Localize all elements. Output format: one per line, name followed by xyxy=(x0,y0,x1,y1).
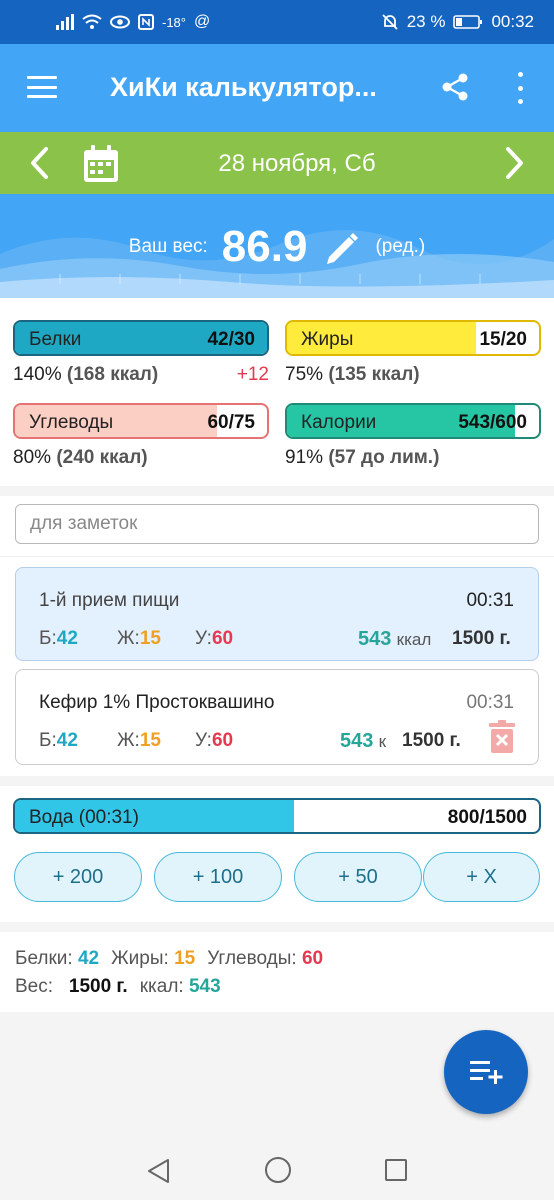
calories-label: Калории xyxy=(301,412,377,433)
food-kcal: 543 к xyxy=(340,730,387,752)
weight-row[interactable]: Ваш вес: 86.9 (ред.) xyxy=(0,222,554,272)
food-protein: Б:42 xyxy=(39,730,78,751)
macro-carbs: Углеводы 60/75 80% (240 ккал) xyxy=(13,403,269,469)
meal-item-card[interactable]: Кефир 1% Простоквашино 00:31 Б:42 Ж:15 У… xyxy=(15,669,539,765)
totals-weight-row: Вес: 1500 г. ккал: 543 xyxy=(15,976,539,998)
macros-card: Белки 42/30 140% (168 ккал) +12 Жиры 15/… xyxy=(0,298,554,486)
meal-kcal: 543 ккал xyxy=(358,628,432,650)
totals-kcal: ккал: 543 xyxy=(139,976,221,997)
fat-value: 15/20 xyxy=(479,329,527,350)
carbs-sub: 80% (240 ккал) xyxy=(13,447,269,469)
meal-protein: Б:42 xyxy=(39,628,78,649)
system-nav-bar xyxy=(0,1134,554,1200)
signal-icon xyxy=(56,14,74,30)
share-icon[interactable] xyxy=(440,72,470,102)
protein-sub: 140% (168 ккал) +12 xyxy=(13,364,269,386)
meal-macros: Б:42 Ж:15 У:60 xyxy=(39,628,273,650)
food-macros: Б:42 Ж:15 У:60 xyxy=(39,730,273,752)
meal-fat: Ж:15 xyxy=(117,628,161,649)
chevron-right-icon[interactable] xyxy=(502,146,526,180)
water-value: 800/1500 xyxy=(447,807,527,828)
more-vert-icon[interactable] xyxy=(510,72,530,104)
meal-title: 1-й прием пищи xyxy=(39,590,180,611)
meal-weight: 1500 г. xyxy=(452,628,511,649)
food-title: Кефир 1% Простоквашино xyxy=(39,692,275,713)
at-icon: @ xyxy=(194,13,211,30)
notes-area xyxy=(0,486,554,556)
nav-home-icon[interactable] xyxy=(264,1156,292,1184)
food-fat: Ж:15 xyxy=(117,730,161,751)
fat-bar: Жиры 15/20 xyxy=(285,320,541,356)
macro-protein: Белки 42/30 140% (168 ккал) +12 xyxy=(13,320,269,386)
meal-carbs: У:60 xyxy=(195,628,234,649)
fat-percent: 75% (135 ккал) xyxy=(285,364,420,385)
food-carbs: У:60 xyxy=(195,730,234,751)
weight-area: Ваш вес: 86.9 (ред.) xyxy=(0,194,554,298)
wifi-icon xyxy=(82,14,102,29)
water-add-50-button[interactable]: + 50 xyxy=(294,852,422,902)
water-add-200-button[interactable]: + 200 xyxy=(14,852,142,902)
water-add-100-button[interactable]: + 100 xyxy=(154,852,282,902)
protein-bar: Белки 42/30 xyxy=(13,320,269,356)
calories-sub: 91% (57 до лим.) xyxy=(285,447,541,469)
calories-bar: Калории 543/600 xyxy=(285,403,541,439)
date-bar: 28 ноября, Сб xyxy=(0,132,554,194)
protein-diff: +12 xyxy=(236,364,269,385)
weight-label: Ваш вес: xyxy=(128,236,208,257)
meal-time: 00:31 xyxy=(466,590,514,611)
status-right: 23 % 00:32 xyxy=(381,12,534,32)
water-area: Вода (00:31) 800/1500 + 200 + 100 + 50 +… xyxy=(0,776,554,922)
pencil-icon[interactable] xyxy=(321,227,361,267)
bell-off-icon xyxy=(382,14,398,30)
totals-carbs: Углеводы: 60 xyxy=(207,948,324,969)
carbs-label: Углеводы xyxy=(29,412,114,433)
protein-percent: 140% (168 ккал) xyxy=(13,364,159,385)
carbs-value: 60/75 xyxy=(207,412,255,433)
temperature-text: -18° xyxy=(162,14,186,30)
add-food-fab[interactable] xyxy=(444,1030,528,1114)
meals-area: 1-й прием пищи 00:31 Б:42 Ж:15 У:60 543 … xyxy=(0,556,554,776)
battery-icon xyxy=(453,15,483,29)
fat-label: Жиры xyxy=(301,329,354,350)
macro-fat: Жиры 15/20 75% (135 ккал) xyxy=(285,320,541,386)
nav-recent-icon[interactable] xyxy=(384,1158,408,1182)
carbs-bar: Углеводы 60/75 xyxy=(13,403,269,439)
app-bar: ХиКи калькулятор... xyxy=(0,44,554,132)
menu-icon[interactable] xyxy=(27,76,57,98)
macro-calories: Калории 543/600 91% (57 до лим.) xyxy=(285,403,541,469)
protein-value: 42/30 xyxy=(207,329,255,350)
water-add-custom-button[interactable]: + X xyxy=(423,852,540,902)
calories-value: 543/600 xyxy=(458,412,527,433)
weight-value: 86.9 xyxy=(221,222,308,271)
totals-fat: Жиры: 15 xyxy=(111,948,196,969)
current-date[interactable]: 28 ноября, Сб xyxy=(0,150,554,178)
fat-sub: 75% (135 ккал) xyxy=(285,364,541,386)
meal-summary-card[interactable]: 1-й прием пищи 00:31 Б:42 Ж:15 У:60 543 … xyxy=(15,567,539,661)
nfc-icon xyxy=(138,14,154,30)
calories-percent: 91% (57 до лим.) xyxy=(285,447,440,468)
battery-percent: 23 % xyxy=(406,12,446,31)
clock: 00:32 xyxy=(491,12,534,31)
eye-icon xyxy=(110,15,130,29)
totals-weight: Вес: 1500 г. xyxy=(15,976,128,997)
notes-input[interactable] xyxy=(15,504,539,544)
food-weight: 1500 г. xyxy=(402,730,461,751)
totals-protein: Белки: 42 xyxy=(15,948,100,969)
water-bar: Вода (00:31) 800/1500 xyxy=(13,798,541,834)
food-time: 00:31 xyxy=(466,692,514,713)
totals-area: Белки: 42 Жиры: 15 Углеводы: 60 Вес: 150… xyxy=(0,932,554,1012)
totals-macros-row: Белки: 42 Жиры: 15 Углеводы: 60 xyxy=(15,948,539,970)
protein-label: Белки xyxy=(29,329,82,350)
playlist-add-icon xyxy=(470,1061,503,1084)
water-label: Вода (00:31) xyxy=(29,807,139,828)
carbs-percent: 80% (240 ккал) xyxy=(13,447,148,468)
app-title: ХиКи калькулятор... xyxy=(110,72,377,102)
status-bar: -18° @ 23 % 00:32 xyxy=(0,0,554,44)
trash-icon[interactable] xyxy=(488,720,516,754)
weight-edit-label[interactable]: (ред.) xyxy=(375,236,425,258)
status-left: -18° @ xyxy=(56,13,210,31)
nav-back-icon[interactable] xyxy=(146,1158,172,1184)
